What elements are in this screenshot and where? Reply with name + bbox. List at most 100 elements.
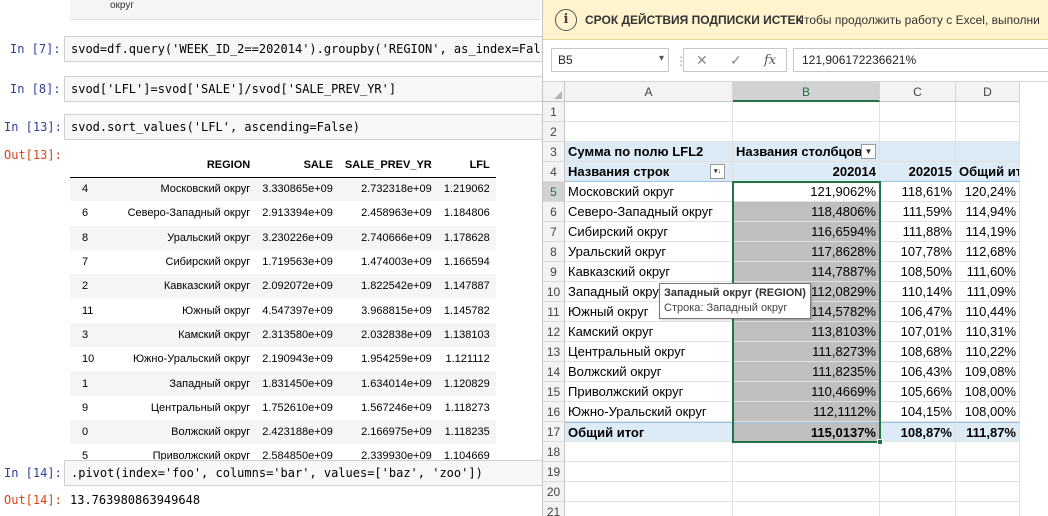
pivot-value-cell[interactable]: 111,09% [956,282,1020,302]
pivot-value-cell[interactable]: 110,4669% [733,382,880,402]
pivot-row-name[interactable]: Сибирский округ [565,222,733,242]
row-header[interactable]: 3 [543,142,565,162]
row-header[interactable]: 20 [543,482,565,502]
pivot-total-cell[interactable]: 111,87% [956,422,1020,442]
code-cell-8[interactable]: svod['LFL']=svod['SALE']/svod['SALE_PREV… [64,76,542,102]
cancel-icon[interactable]: ✕ [696,52,708,69]
cell[interactable] [956,102,1020,122]
pivot-value-cell[interactable]: 104,15% [880,402,956,422]
pivot-row-name[interactable]: Приволжский округ [565,382,733,402]
pivot-value-cell[interactable]: 118,61% [880,182,956,202]
pivot-value-cell[interactable]: 108,50% [880,262,956,282]
pivot-value-cell[interactable]: 109,08% [956,362,1020,382]
pivot-column-header[interactable]: 202015 [880,162,956,182]
pivot-value-cell[interactable]: 107,78% [880,242,956,262]
pivot-value-cell[interactable]: 114,19% [956,222,1020,242]
pivot-row-name[interactable]: Московский округ [565,182,733,202]
row-header[interactable]: 15 [543,382,565,402]
pivot-row-name[interactable]: Центральный округ [565,342,733,362]
pivot-row-name[interactable]: Южно-Уральский округ [565,402,733,422]
pivot-value-cell[interactable]: 112,68% [956,242,1020,262]
cell[interactable] [880,142,956,162]
pivot-row-name[interactable]: Камский округ [565,322,733,342]
pivot-value-cell[interactable]: 106,43% [880,362,956,382]
row-header[interactable]: 11 [543,302,565,322]
pivot-value-cell[interactable]: 110,22% [956,342,1020,362]
pivot-value-cell[interactable]: 114,7887% [733,262,880,282]
pivot-value-cell[interactable]: 111,59% [880,202,956,222]
row-header[interactable]: 1 [543,102,565,122]
pivot-row-name[interactable]: Кавказский округ [565,262,733,282]
pivot-value-cell[interactable]: 105,66% [880,382,956,402]
row-header[interactable]: 18 [543,442,565,462]
row-header[interactable]: 14 [543,362,565,382]
pivot-value-cell[interactable]: 110,14% [880,282,956,302]
cell[interactable] [733,122,880,142]
pivot-value-cell[interactable]: 111,8235% [733,362,880,382]
row-header[interactable]: 7 [543,222,565,242]
check-icon[interactable]: ✓ [730,52,742,69]
row-header[interactable]: 13 [543,342,565,362]
function-icon[interactable]: fx [764,53,776,68]
pivot-value-cell[interactable]: 108,00% [956,402,1020,422]
cell[interactable] [956,142,1020,162]
cell[interactable] [956,482,1020,502]
pivot-row-name[interactable]: Северо-Западный округ [565,202,733,222]
pivot-value-cell[interactable]: 106,47% [880,302,956,322]
cell[interactable] [565,122,733,142]
pivot-column-header[interactable]: Общий итог [956,162,1020,182]
row-header[interactable]: 8 [543,242,565,262]
pivot-total-cell[interactable]: 108,87% [880,422,956,442]
cell[interactable] [880,442,956,462]
cell[interactable] [880,102,956,122]
pivot-value-cell[interactable]: 113,8103% [733,322,880,342]
pivot-value-cell[interactable]: 111,60% [956,262,1020,282]
row-header[interactable]: 4 [543,162,565,182]
row-header[interactable]: 19 [543,462,565,482]
cell[interactable] [956,462,1020,482]
row-header[interactable]: 12 [543,322,565,342]
cell[interactable] [880,462,956,482]
cell[interactable] [565,482,733,502]
pivot-value-cell[interactable]: 110,44% [956,302,1020,322]
pivot-total-label[interactable]: Общий итог [565,422,733,442]
row-header[interactable]: 16 [543,402,565,422]
pivot-row-label[interactable]: Названия строк ▾↓ [565,162,733,182]
column-header-b[interactable]: B [733,82,880,102]
name-box[interactable]: B5 ▾ [551,48,669,72]
pivot-value-cell[interactable]: 121,9062% [733,182,880,202]
pivot-value-cell[interactable]: 107,01% [880,322,956,342]
pivot-total-cell[interactable]: 115,0137% [733,422,880,442]
pivot-value-cell[interactable]: 111,8273% [733,342,880,362]
cell[interactable] [733,482,880,502]
sort-filter-icon[interactable]: ▾↓ [710,164,725,179]
row-header[interactable]: 6 [543,202,565,222]
column-header-c[interactable]: C [880,82,956,102]
pivot-value-cell[interactable]: 108,68% [880,342,956,362]
filter-dropdown-icon[interactable]: ▼ [861,144,876,159]
cell[interactable] [565,102,733,122]
cell[interactable] [956,502,1020,516]
pivot-column-label[interactable]: Названия столбцов ▼ [733,142,880,162]
pivot-value-cell[interactable]: 118,4806% [733,202,880,222]
chevron-down-icon[interactable]: ▾ [659,53,664,64]
cell[interactable] [733,502,880,516]
cell[interactable] [733,102,880,122]
pivot-column-header[interactable]: 202014 [733,162,880,182]
cell[interactable] [565,442,733,462]
code-cell-7[interactable]: svod=df.query('WEEK_ID_2==202014').group… [64,36,542,62]
row-header[interactable]: 21 [543,502,565,516]
cell[interactable] [565,462,733,482]
pivot-value-cell[interactable]: 116,6594% [733,222,880,242]
pivot-value-cell[interactable]: 117,8628% [733,242,880,262]
cell[interactable] [880,502,956,516]
cell[interactable] [956,122,1020,142]
row-header[interactable]: 17 [543,422,565,442]
column-header-d[interactable]: D [956,82,1020,102]
pivot-value-cell[interactable]: 108,00% [956,382,1020,402]
pivot-row-name[interactable]: Волжский округ [565,362,733,382]
row-header[interactable]: 9 [543,262,565,282]
pivot-title[interactable]: Сумма по полю LFL2 [565,142,733,162]
row-header[interactable]: 10 [543,282,565,302]
row-header[interactable]: 2 [543,122,565,142]
